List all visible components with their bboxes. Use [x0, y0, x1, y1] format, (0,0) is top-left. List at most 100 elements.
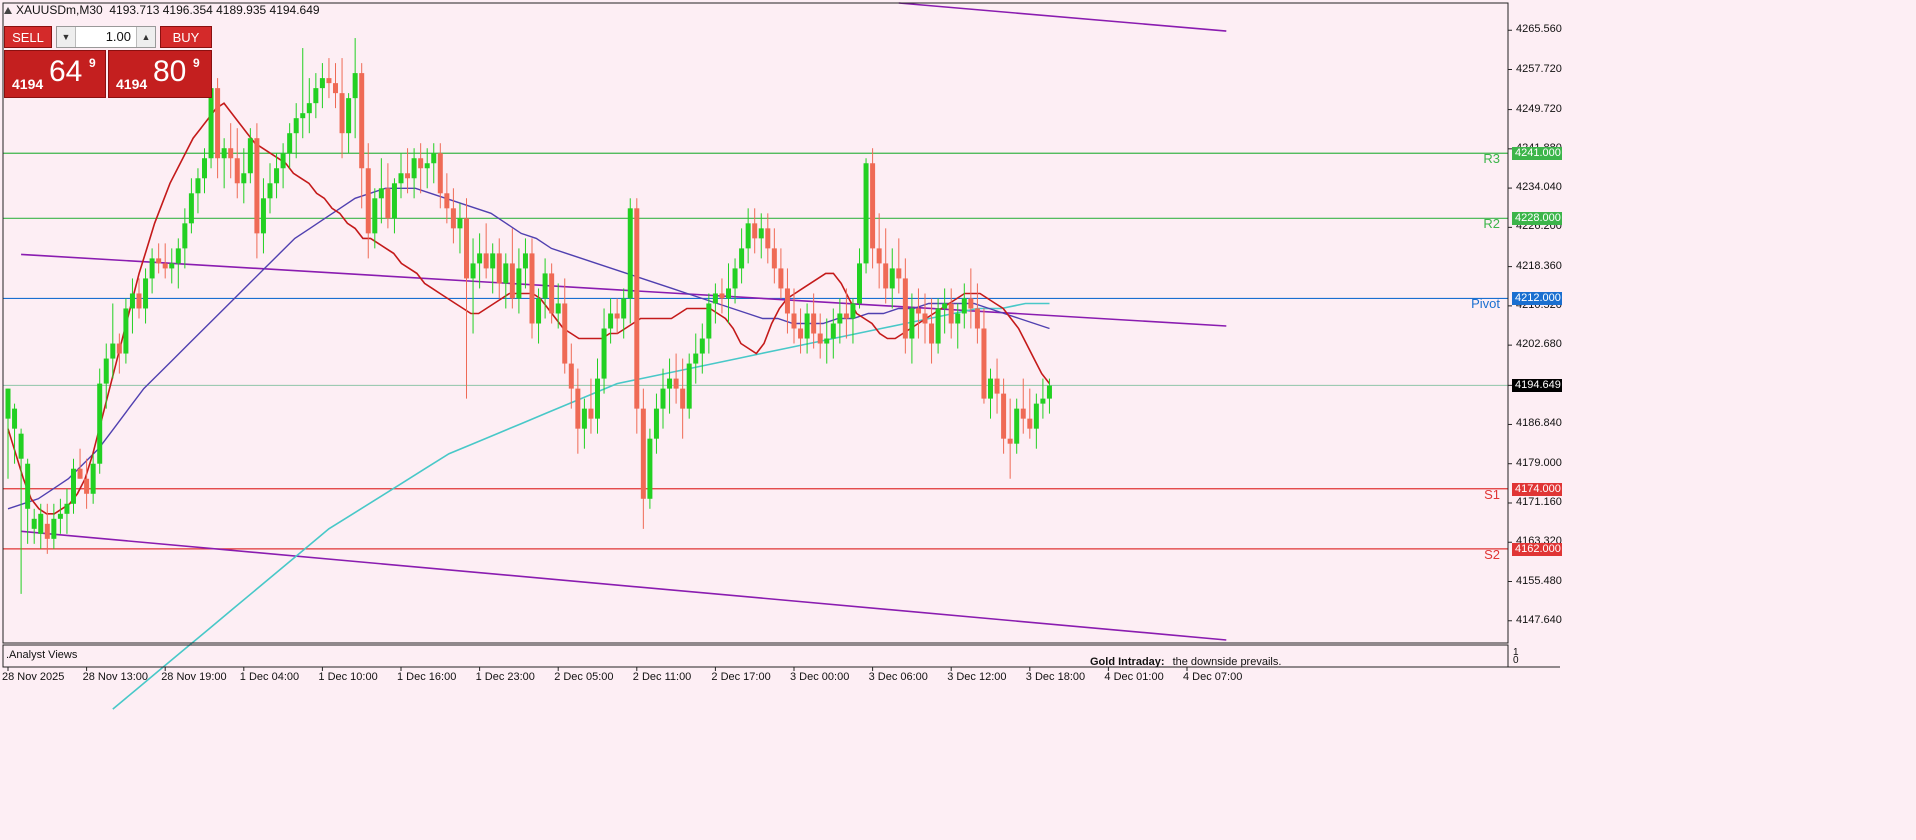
- candle: [470, 238, 476, 334]
- candle: [306, 78, 312, 134]
- candle: [411, 148, 417, 199]
- candles: [5, 38, 1052, 594]
- candle-body: [588, 408, 594, 419]
- candle-body: [437, 153, 443, 194]
- candle: [116, 333, 122, 374]
- candle: [522, 238, 528, 289]
- candle: [889, 248, 895, 309]
- buy-button[interactable]: BUY: [160, 26, 212, 48]
- candle-body: [726, 288, 731, 299]
- candle-body: [260, 198, 266, 234]
- candle: [391, 178, 397, 234]
- candle-body: [38, 513, 44, 534]
- collapse-triangle-icon[interactable]: [4, 7, 12, 14]
- candle-body: [509, 263, 515, 299]
- candle-body: [483, 253, 489, 269]
- candle-body: [699, 338, 705, 354]
- candle-body: [1027, 418, 1033, 429]
- candle: [634, 198, 640, 434]
- candle: [1040, 378, 1046, 419]
- time-tick-label: 2 Dec 05:00: [554, 671, 614, 683]
- candle: [712, 283, 718, 324]
- candle-body: [981, 328, 987, 399]
- candle: [1014, 398, 1020, 454]
- candle-body: [378, 188, 384, 199]
- candle: [608, 298, 614, 344]
- sell-price-button[interactable]: 4194 64 9: [4, 50, 106, 98]
- candle: [778, 248, 784, 299]
- candle-body: [883, 263, 889, 289]
- candle-body: [84, 478, 90, 494]
- candle-body: [595, 378, 600, 419]
- candle: [850, 298, 856, 344]
- price-tick-label: 4249.720: [1516, 102, 1562, 115]
- candle: [405, 148, 411, 194]
- candle: [739, 228, 745, 284]
- price-chart[interactable]: [0, 0, 1916, 840]
- candle-body: [411, 158, 417, 179]
- chevron-up-icon[interactable]: ▲: [136, 27, 155, 47]
- candle-body: [293, 118, 299, 134]
- price-tick-label: 4265.560: [1516, 23, 1562, 36]
- candle-body: [863, 163, 869, 264]
- candle-body: [621, 298, 627, 319]
- time-tick-label: 28 Nov 19:00: [161, 671, 227, 683]
- indicator-scale-bottom: 0: [1513, 655, 1519, 666]
- candle-body: [12, 408, 18, 429]
- ma-mid-line: [7, 187, 1050, 510]
- candle-body: [555, 303, 561, 314]
- candle-body: [824, 338, 830, 344]
- sell-price-fraction: 9: [89, 56, 96, 70]
- candle-body: [143, 278, 149, 309]
- candle-body: [169, 263, 175, 269]
- candle-body: [1033, 403, 1039, 429]
- chevron-down-icon[interactable]: ▼: [57, 27, 76, 47]
- candle-body: [405, 173, 411, 179]
- buy-price-button[interactable]: 4194 80 9: [108, 50, 212, 98]
- volume-input[interactable]: 1.00: [77, 27, 135, 47]
- candle-body: [850, 303, 856, 319]
- candle: [162, 243, 168, 279]
- candle-body: [90, 463, 96, 494]
- candle: [18, 428, 24, 594]
- candle: [948, 288, 954, 339]
- candle: [942, 288, 948, 334]
- candle-body: [103, 358, 109, 384]
- candle: [254, 123, 260, 259]
- candle: [202, 148, 207, 194]
- candle-body: [568, 363, 574, 389]
- candle: [418, 143, 424, 194]
- ma-fast-line: [7, 102, 1051, 515]
- candle-body: [450, 208, 456, 229]
- price-tick-label: 4202.680: [1516, 338, 1562, 351]
- candle-body: [25, 463, 31, 509]
- candle: [961, 283, 967, 329]
- candle-body: [51, 518, 57, 539]
- candle-body: [909, 308, 915, 339]
- candle: [51, 503, 57, 549]
- candle: [149, 248, 155, 294]
- candle: [378, 158, 384, 224]
- candle: [830, 308, 836, 359]
- sell-button[interactable]: SELL: [4, 26, 52, 48]
- candle-body: [516, 268, 522, 299]
- candle: [784, 268, 790, 334]
- candle: [798, 308, 804, 354]
- candle: [968, 268, 974, 329]
- moving-averages: [7, 102, 1051, 710]
- candle-body: [889, 268, 895, 289]
- candle-body: [64, 503, 70, 514]
- candle-body: [31, 518, 37, 529]
- volume-stepper[interactable]: ▼ 1.00 ▲: [56, 26, 156, 48]
- candle: [575, 368, 581, 454]
- candle-body: [673, 378, 679, 389]
- candle: [444, 173, 450, 224]
- candle-body: [247, 138, 253, 174]
- candle-body: [719, 293, 725, 299]
- candle: [1020, 378, 1026, 434]
- candle-body: [385, 188, 391, 219]
- level-name-s1: S1: [1484, 486, 1500, 502]
- indicator-window-border: [2, 644, 1509, 668]
- candle: [359, 63, 365, 209]
- candle: [614, 298, 620, 334]
